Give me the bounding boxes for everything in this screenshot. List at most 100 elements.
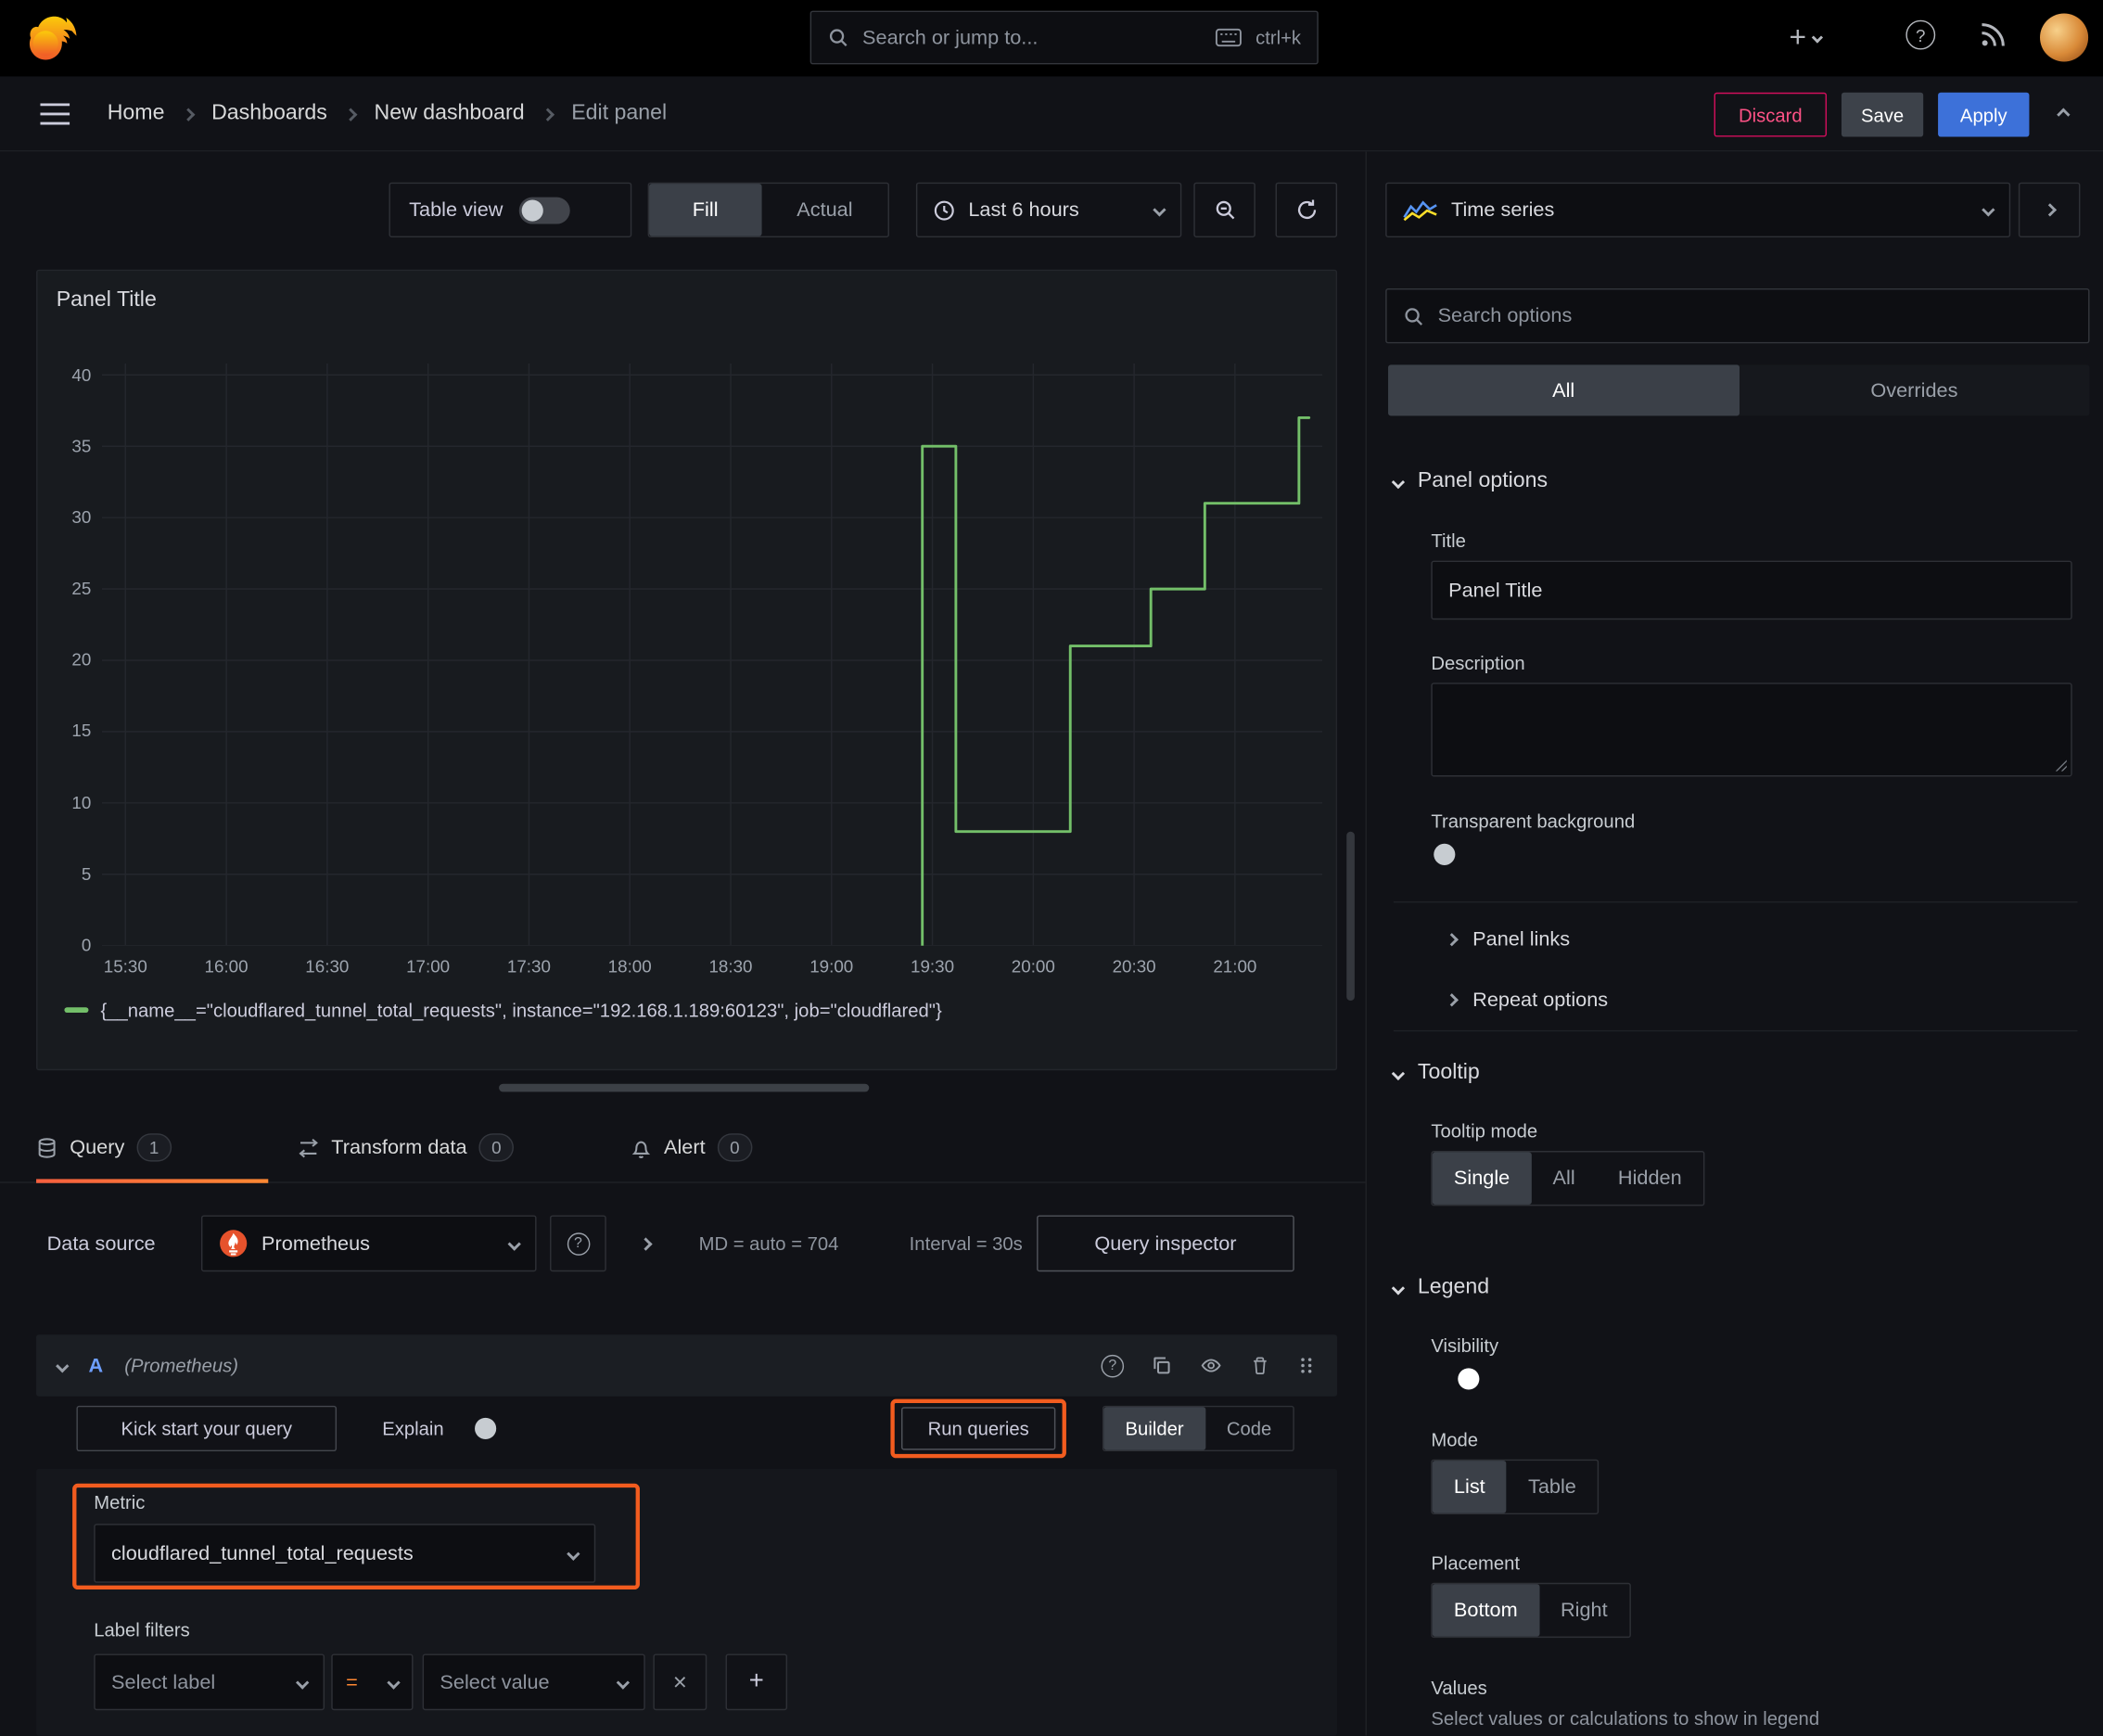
tab-transform-data[interactable]: Transform data 0	[298, 1116, 515, 1179]
visualization-picker[interactable]: Time series	[1385, 182, 2011, 238]
y-axis-tick-label: 5	[81, 863, 92, 884]
data-source-value: Prometheus	[261, 1232, 371, 1256]
data-source-help-button[interactable]: ?	[550, 1215, 606, 1272]
trash-icon[interactable]	[1250, 1355, 1270, 1376]
query-inspector-button[interactable]: Query inspector	[1037, 1215, 1294, 1272]
fill-option[interactable]: Fill	[649, 184, 762, 236]
rss-icon	[1982, 23, 2005, 46]
refresh-button[interactable]	[1275, 182, 1338, 238]
legend-mode-list[interactable]: List	[1432, 1461, 1507, 1513]
chevron-right-icon	[639, 1236, 653, 1250]
y-axis-tick-label: 40	[71, 364, 92, 385]
breadcrumb-dashboards[interactable]: Dashboards	[211, 102, 327, 126]
query-help-icon[interactable]: ?	[1101, 1354, 1125, 1377]
metric-select[interactable]: cloudflared_tunnel_total_requests	[94, 1524, 596, 1583]
repeat-options-section[interactable]: Repeat options	[1445, 979, 1608, 1019]
chevron-down-icon	[567, 1546, 580, 1561]
collapse-options-button[interactable]	[2018, 182, 2081, 238]
options-search[interactable]	[1385, 287, 2090, 344]
breadcrumb-separator-icon	[344, 107, 358, 121]
search-icon	[1403, 305, 1424, 326]
tab-alert[interactable]: Alert 0	[631, 1116, 753, 1179]
chevron-down-icon	[1153, 203, 1166, 217]
collapse-header-button[interactable]	[2044, 93, 2082, 137]
tooltip-mode-label: Tooltip mode	[1431, 1119, 1538, 1142]
legend-mode-table[interactable]: Table	[1507, 1461, 1598, 1513]
divider	[1393, 901, 2078, 903]
user-avatar[interactable]	[2040, 13, 2089, 62]
panel-title[interactable]: Panel Title	[57, 288, 157, 313]
tooltip-mode-hidden[interactable]: Hidden	[1597, 1152, 1703, 1204]
query-ref-id[interactable]: A	[88, 1354, 103, 1377]
tooltip-mode-single[interactable]: Single	[1432, 1152, 1532, 1205]
discard-button[interactable]: Discard	[1714, 92, 1828, 137]
legend-placement-bottom[interactable]: Bottom	[1432, 1584, 1539, 1637]
panel-title-input[interactable]	[1431, 560, 2072, 620]
panel-options-header[interactable]: Panel options	[1391, 469, 1548, 493]
chevron-down-icon	[1391, 475, 1406, 489]
grafana-logo[interactable]	[28, 12, 79, 63]
global-search[interactable]: ctrl+k	[809, 10, 1319, 65]
apply-button[interactable]: Apply	[1938, 92, 2030, 137]
operator-dropdown[interactable]: =	[331, 1653, 414, 1711]
options-search-input[interactable]	[1437, 304, 2072, 327]
table-view-toggle[interactable]	[518, 196, 570, 223]
zoom-out-button[interactable]	[1193, 182, 1255, 238]
title-label: Title	[1431, 530, 1466, 552]
zoom-out-icon	[1215, 200, 1234, 220]
panel-links-section[interactable]: Panel links	[1445, 919, 1570, 959]
remove-filter-button[interactable]: ×	[653, 1653, 707, 1711]
tab-query[interactable]: Query 1	[36, 1116, 172, 1179]
breadcrumb-home[interactable]: Home	[108, 102, 165, 126]
tooltip-mode-all[interactable]: All	[1531, 1152, 1596, 1204]
time-range-label: Last 6 hours	[968, 198, 1079, 222]
x-axis-tick-label: 18:00	[607, 956, 652, 977]
time-range-picker[interactable]: Last 6 hours	[915, 182, 1182, 238]
legend-placement-right[interactable]: Right	[1539, 1584, 1629, 1636]
select-value-dropdown[interactable]: Select value	[422, 1653, 645, 1711]
actual-option[interactable]: Actual	[761, 184, 887, 236]
panel-resize-handle[interactable]	[499, 1083, 870, 1092]
global-search-input[interactable]	[862, 26, 1203, 49]
help-button[interactable]: ?	[1905, 19, 1936, 50]
grafana-edit-panel-page: ctrl+k + ? Home Dashboards New dashboard	[0, 0, 2103, 1736]
tab-all[interactable]: All	[1388, 364, 1740, 416]
chevron-down-icon	[387, 1675, 401, 1689]
query-options-expand[interactable]	[639, 1214, 653, 1273]
chevron-up-icon	[2056, 108, 2070, 121]
bell-icon	[631, 1137, 652, 1158]
code-option[interactable]: Code	[1205, 1407, 1294, 1449]
query-collapse-icon[interactable]	[56, 1359, 70, 1372]
add-filter-button[interactable]: +	[725, 1653, 788, 1711]
select-label-dropdown[interactable]: Select label	[94, 1653, 325, 1711]
chart-legend[interactable]: {__name__="cloudflared_tunnel_total_requ…	[64, 1000, 942, 1021]
run-queries-button[interactable]: Run queries	[901, 1407, 1056, 1450]
legend-header[interactable]: Legend	[1391, 1275, 1490, 1300]
news-button[interactable]	[1978, 20, 2007, 50]
breadcrumb-new-dashboard[interactable]: New dashboard	[375, 102, 525, 126]
y-axis-tick-label: 35	[71, 435, 92, 456]
save-button[interactable]: Save	[1841, 92, 1924, 137]
label-filters-label: Label filters	[94, 1618, 190, 1640]
eye-icon[interactable]	[1199, 1355, 1223, 1376]
query-datasource-note: (Prometheus)	[124, 1354, 238, 1377]
timeseries-chart[interactable]	[101, 363, 1323, 946]
tooltip-header[interactable]: Tooltip	[1391, 1061, 1480, 1085]
kick-start-query-button[interactable]: Kick start your query	[76, 1405, 338, 1452]
scrollbar-thumb[interactable]	[1346, 831, 1355, 1002]
new-menu-button[interactable]: +	[1790, 18, 1823, 57]
tooltip-title: Tooltip	[1417, 1061, 1480, 1084]
panel-description-textarea[interactable]	[1431, 683, 2072, 777]
duplicate-icon[interactable]	[1151, 1355, 1172, 1376]
builder-option[interactable]: Builder	[1103, 1407, 1205, 1450]
breadcrumb-separator-icon	[181, 107, 195, 121]
menu-icon[interactable]	[40, 103, 70, 125]
metric-label: Metric	[94, 1491, 146, 1513]
legend-title: Legend	[1417, 1275, 1490, 1299]
chevron-down-icon	[507, 1236, 521, 1250]
y-axis-tick-label: 15	[71, 721, 92, 742]
panel-actions: Discard Save Apply	[1714, 92, 2082, 137]
drag-handle-icon[interactable]	[1297, 1355, 1316, 1376]
tab-overrides[interactable]: Overrides	[1739, 364, 2089, 415]
data-source-picker[interactable]: Prometheus	[200, 1215, 537, 1272]
